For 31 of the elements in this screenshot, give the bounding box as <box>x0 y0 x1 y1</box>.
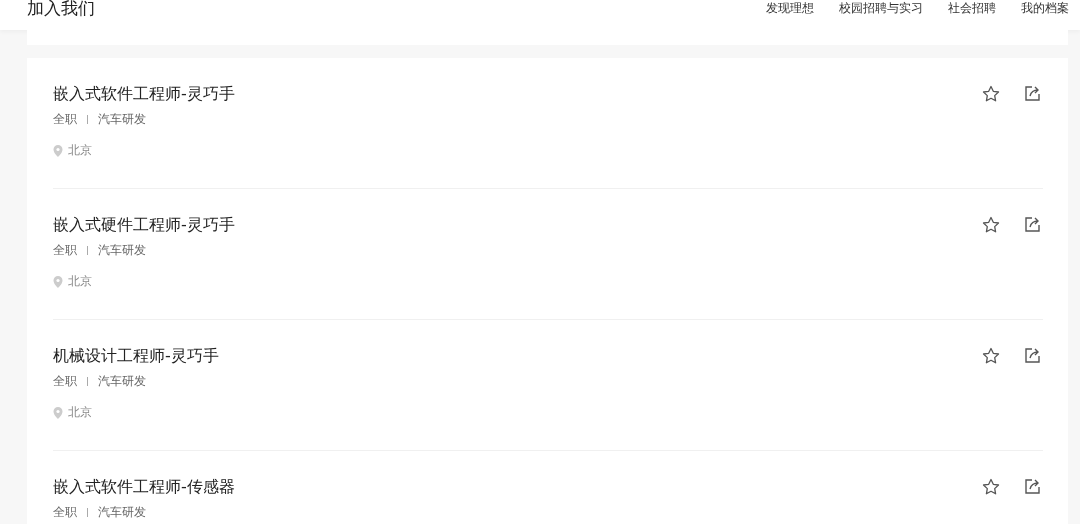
nav-link[interactable]: 我的档案 <box>1021 0 1069 30</box>
share-icon[interactable] <box>1024 216 1041 233</box>
job-category: 汽车研发 <box>98 111 146 127</box>
job-location: 北京 <box>68 273 92 290</box>
location-pin-icon <box>53 406 63 419</box>
nav-link[interactable]: 校园招聘与实习 <box>839 0 923 30</box>
job-category: 汽车研发 <box>98 242 146 258</box>
job-category: 汽车研发 <box>98 504 146 520</box>
job-type: 全职 <box>53 111 77 127</box>
nav-link[interactable]: 社会招聘 <box>948 0 996 30</box>
job-type: 全职 <box>53 242 77 258</box>
job-location: 北京 <box>68 404 92 421</box>
job-category: 汽车研发 <box>98 373 146 389</box>
job-title[interactable]: 嵌入式软件工程师-灵巧手 <box>53 82 235 106</box>
star-icon[interactable] <box>982 347 1000 365</box>
job-title[interactable]: 嵌入式硬件工程师-灵巧手 <box>53 213 235 237</box>
job-type: 全职 <box>53 373 77 389</box>
page-title: 加入我们 <box>27 0 95 20</box>
location-pin-icon <box>53 144 63 157</box>
star-icon[interactable] <box>982 85 1000 103</box>
share-icon[interactable] <box>1024 478 1041 495</box>
job-title[interactable]: 机械设计工程师-灵巧手 <box>53 344 219 368</box>
star-icon[interactable] <box>982 478 1000 496</box>
share-icon[interactable] <box>1024 347 1041 364</box>
location-pin-icon <box>53 275 63 288</box>
job-location: 北京 <box>68 142 92 159</box>
star-icon[interactable] <box>982 216 1000 234</box>
share-icon[interactable] <box>1024 85 1041 102</box>
nav-link[interactable]: 发现理想 <box>766 0 814 30</box>
job-title[interactable]: 嵌入式软件工程师-传感器 <box>53 475 235 499</box>
job-type: 全职 <box>53 504 77 520</box>
